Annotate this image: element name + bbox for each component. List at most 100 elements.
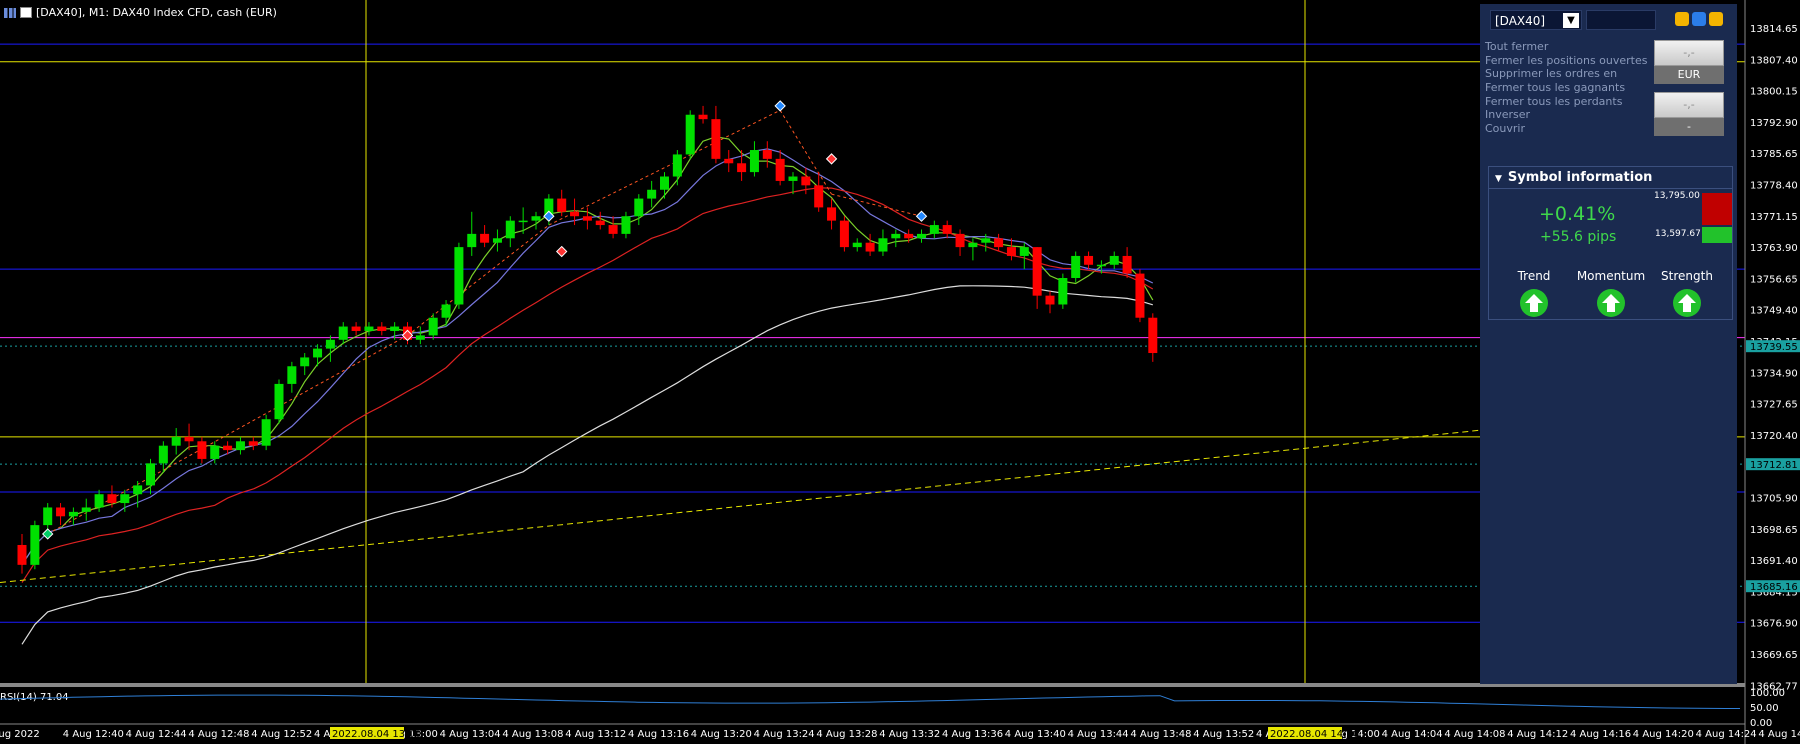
candle-body (390, 326, 400, 331)
menu-reverse[interactable]: Inverser (1485, 108, 1530, 121)
candle-body (43, 507, 53, 526)
candle-body (660, 176, 669, 190)
time-axis-label: 4 Aug 13:16 (628, 729, 689, 740)
candle-body (1045, 295, 1055, 305)
high-bar (1702, 193, 1732, 225)
symbol-information-box: ▼ Symbol information +0.41% +55.6 pips 13… (1488, 166, 1733, 320)
candle-body (300, 357, 310, 367)
rsi-line (0, 694, 1740, 709)
time-axis-label: 4 Aug 14:20 (1633, 729, 1694, 740)
menu-hedge[interactable]: Couvrir (1485, 122, 1525, 135)
candle-body (17, 544, 27, 565)
price-axis-label: 13814.65 (1750, 24, 1798, 35)
candle-body (146, 463, 155, 486)
ma-slow-line (21, 187, 1154, 583)
candle-body (415, 335, 425, 340)
candle-body (56, 507, 66, 517)
sell-label: - (1654, 118, 1724, 136)
settings-icon[interactable] (1692, 12, 1706, 26)
candle-body (929, 225, 939, 234)
menu-close-losers[interactable]: Fermer tous les perdants (1485, 95, 1622, 108)
trade-marker (41, 528, 54, 540)
candle-body (762, 150, 772, 159)
candle-body (377, 326, 387, 331)
candle-body (1019, 247, 1029, 256)
candle-body (737, 163, 747, 173)
collapse-icon[interactable]: ▼ (1495, 174, 1502, 184)
candle-body (428, 317, 438, 336)
time-axis-label: 4 Aug 12:52 (251, 729, 312, 740)
price-axis-label: 13771.15 (1750, 212, 1798, 223)
chart-title-text: [DAX40], M1: DAX40 Index CFD, cash (EUR) (36, 6, 277, 19)
ma-long-line (21, 285, 1153, 645)
high-value: 13,795.00 (1654, 191, 1700, 201)
volume-input[interactable] (1586, 10, 1656, 30)
candle-body (1032, 247, 1042, 296)
time-axis-label: 4 Aug 13:08 (502, 729, 563, 740)
candle-body (531, 216, 541, 221)
menu-close-winners[interactable]: Fermer tous les gagnants (1485, 81, 1625, 94)
copy-icon[interactable] (1675, 12, 1689, 26)
menu-close-all[interactable]: Tout fermer (1485, 40, 1548, 53)
trend-up-arrow-icon (1520, 289, 1548, 317)
candle-body (904, 233, 914, 239)
time-axis-label: 4 Aug 14:24 (1696, 729, 1757, 740)
candle-body (30, 525, 40, 565)
time-axis-label: 4 Aug 13:28 (816, 729, 877, 740)
symbol-information-header[interactable]: ▼ Symbol information (1489, 167, 1732, 189)
candle-body (325, 339, 335, 349)
price-axis-label: 13720.40 (1750, 431, 1798, 442)
chevron-down-icon[interactable]: ▼ (1563, 13, 1579, 28)
candle-body (441, 304, 451, 318)
strength-label: Strength (1661, 269, 1713, 283)
candle-body (839, 220, 849, 248)
candle-body (698, 114, 708, 120)
buy-button[interactable]: -,- (1654, 40, 1724, 66)
time-axis-label: 4 Aug 14:16 (1570, 729, 1631, 740)
rsi-axis-label: 100.00 (1750, 688, 1785, 699)
trend-label: Trend (1517, 269, 1551, 283)
candle-body (1148, 317, 1158, 354)
candle-body (852, 242, 862, 248)
zigzag-line (831, 193, 922, 217)
menu-delete-orders[interactable]: Supprimer les ordres en (1485, 67, 1617, 80)
change-percent: +0.41% (1539, 203, 1616, 225)
sell-button[interactable]: -,- (1654, 92, 1724, 118)
price-axis-label: 13749.40 (1750, 306, 1798, 317)
price-axis-label: 13785.65 (1750, 149, 1798, 160)
price-highlight-label: 13712.81 (1750, 460, 1798, 471)
candle-body (107, 494, 117, 504)
candle-body (878, 238, 888, 252)
low-value: 13,597.67 (1655, 229, 1701, 239)
time-axis-label: 4 Aug 12:48 (188, 729, 249, 740)
candle-body (351, 326, 361, 331)
candle-body (120, 494, 130, 504)
time-axis-label: 4 Aug 13:36 (942, 729, 1003, 740)
momentum-label: Momentum (1576, 269, 1646, 283)
price-axis-label: 13734.90 (1750, 368, 1798, 379)
candle-body (1006, 247, 1016, 256)
candle-body (171, 436, 181, 446)
candle-body (480, 233, 490, 243)
candle-body (210, 445, 220, 459)
change-pips: +55.6 pips (1540, 229, 1617, 245)
candle-body (1109, 255, 1119, 265)
trade-marker (825, 153, 838, 165)
symbol-select[interactable]: [DAX40] ▼ (1490, 10, 1582, 30)
candle-body (865, 242, 875, 252)
candle-body (827, 207, 837, 221)
expand-icon[interactable] (1709, 12, 1723, 26)
candle-body (1058, 278, 1068, 305)
candle-body (994, 238, 1004, 248)
candle-body (570, 211, 580, 217)
candles-layer (17, 105, 1158, 574)
price-axis-label: 13778.40 (1750, 181, 1798, 192)
menu-close-open-positions[interactable]: Fermer les positions ouvertes (1485, 54, 1648, 67)
low-bar (1702, 227, 1732, 243)
candle-body (1071, 255, 1081, 279)
candle-body (775, 158, 785, 181)
candle-body (595, 220, 605, 226)
candle-body (981, 238, 991, 243)
candle-body (1135, 273, 1145, 318)
candle-body (184, 436, 194, 442)
